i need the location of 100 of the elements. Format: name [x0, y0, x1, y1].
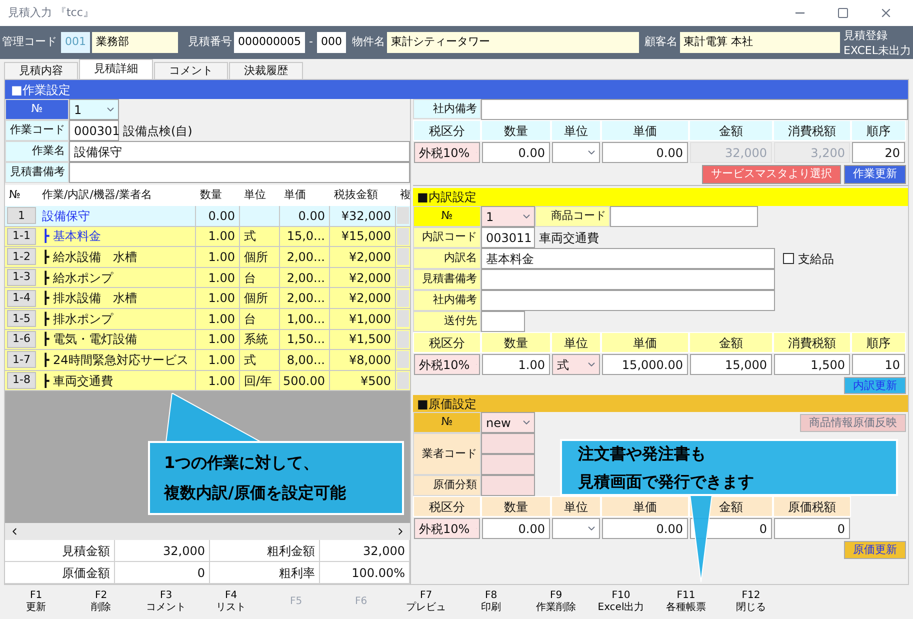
row-handle[interactable]	[397, 290, 409, 307]
input-field[interactable]: 000	[316, 32, 346, 53]
column-header: 順序	[851, 120, 906, 141]
column-header: 単位	[243, 187, 267, 204]
row-handle[interactable]	[397, 372, 409, 390]
table-cell: ¥500	[330, 370, 396, 390]
select-field[interactable]: new	[481, 412, 535, 433]
input-field[interactable]	[69, 162, 410, 183]
input-field[interactable]: 0.00	[482, 142, 550, 163]
row-handle[interactable]	[397, 351, 409, 368]
tab[interactable]: 決裁履歴	[229, 62, 303, 79]
table-row[interactable]: 1-1 ┣ 基本料金 1.00 式 15,0... ¥15,000	[5, 226, 410, 248]
row-handle[interactable]	[397, 207, 409, 224]
table-row[interactable]: 1-2 ┣ 給水設備 水槽 1.00 個所 2,00... ¥2,000	[5, 247, 410, 268]
input-field[interactable]: 0	[774, 518, 850, 539]
column-header: 数量	[481, 120, 551, 141]
select-field[interactable]: 式	[552, 354, 600, 375]
table-cell: ¥32,000	[330, 206, 396, 226]
separator-text: -	[308, 34, 314, 50]
input-field[interactable]: 基本料金	[481, 248, 775, 269]
function-key-button[interactable]: F10 Excel出力	[589, 590, 653, 614]
tab[interactable]: 見積内容	[4, 62, 78, 79]
select-field[interactable]: 外税10%	[414, 142, 480, 163]
input-field[interactable]: 15,000.00	[602, 354, 688, 375]
table-row[interactable]: 1-4 ┣ 排水設備 水槽 1.00 個所 2,00... ¥2,000	[5, 288, 410, 309]
input-field[interactable]: 003011	[481, 227, 535, 248]
action-button[interactable]: 作業更新	[844, 165, 906, 184]
input-field[interactable]	[610, 206, 758, 227]
select-field[interactable]: 外税10%	[414, 354, 480, 375]
update-button[interactable]: 原価更新	[844, 541, 906, 559]
table-cell: 2,00...	[280, 268, 330, 288]
table-cell: ┣ 排水設備 水槽	[38, 288, 196, 308]
checkbox[interactable]	[783, 253, 794, 264]
input-field[interactable]: 0.00	[482, 518, 550, 539]
row-number-button[interactable]: 1-2	[7, 248, 36, 266]
function-key-button[interactable]: F1 更新	[4, 590, 68, 614]
input-field[interactable]	[481, 454, 535, 475]
section-header: ■内訳設定	[413, 188, 908, 206]
input-field[interactable]: 1.00	[482, 354, 550, 375]
row-number-button[interactable]: 1-7	[7, 351, 36, 368]
close-icon[interactable]	[879, 6, 893, 20]
table-cell: 1.00	[196, 226, 240, 246]
function-key-button[interactable]: F7 プレビュ	[394, 590, 458, 614]
table-row[interactable]: 1-3 ┣ 給水ポンプ 1.00 台 2,00... ¥2,000	[5, 268, 410, 288]
row-number-button[interactable]: 1-6	[7, 330, 36, 348]
table-row[interactable]: 1-7 ┣ 24時間緊急対応サービス 1.00 式 8,00... ¥8,000	[5, 350, 410, 371]
supplied-checkbox[interactable]: 支給品	[775, 248, 834, 269]
select-field[interactable]	[552, 142, 600, 163]
select-field[interactable]: 1	[69, 99, 119, 120]
table-cell: ¥1,000	[330, 308, 396, 329]
input-field[interactable]: 東計電算 本社	[680, 32, 840, 53]
input-field[interactable]	[481, 290, 775, 311]
function-key-button[interactable]: F12 閉じる	[719, 590, 783, 614]
select-field[interactable]: 外税10%	[414, 518, 480, 539]
row-handle[interactable]	[397, 310, 409, 328]
input-field[interactable]: 20	[852, 142, 905, 163]
input-field[interactable]: 000000005	[234, 32, 305, 53]
tab[interactable]: 見積詳細	[79, 59, 153, 79]
table-row[interactable]: 1-6 ┣ 電気・電灯設備 1.00 系統 1,50... ¥1,500	[5, 330, 410, 350]
row-number-button[interactable]: 1-4	[7, 290, 36, 307]
input-field[interactable]: 1,500	[774, 354, 850, 375]
row-handle[interactable]	[397, 248, 409, 266]
function-key-button[interactable]: F4 リスト	[199, 590, 263, 614]
tab[interactable]: コメント	[154, 62, 228, 79]
function-key-button[interactable]: F2 削除	[69, 590, 133, 614]
input-field[interactable]: 東計シティータワー	[386, 32, 639, 53]
input-field[interactable]: 10	[852, 354, 905, 375]
row-number-button[interactable]: 1-5	[7, 310, 36, 328]
row-number-button[interactable]: 1-3	[7, 269, 36, 286]
function-key-button[interactable]: F11 各種帳票	[654, 590, 718, 614]
row-number-button[interactable]: 1	[7, 207, 36, 224]
input-field[interactable]	[481, 311, 525, 332]
row-number-button[interactable]: 1-1	[7, 228, 36, 245]
table-row[interactable]: 1-8 ┣ 車両交通費 1.00 回/年 500.00 ¥500	[5, 370, 410, 392]
input-field[interactable]	[481, 475, 535, 496]
input-field[interactable]: 業務部	[92, 32, 178, 53]
maximize-icon[interactable]	[837, 7, 849, 19]
function-key-button[interactable]: F3 コメント	[134, 590, 198, 614]
input-field[interactable]: 0.00	[602, 518, 688, 539]
input-field[interactable]	[481, 99, 908, 120]
row-number-button[interactable]: 1-8	[7, 372, 36, 390]
row-handle[interactable]	[397, 330, 409, 348]
callout-text: 1つの作業に対して、	[164, 452, 320, 474]
input-field[interactable]	[481, 433, 535, 454]
function-key-button[interactable]: F9 作業削除	[524, 590, 588, 614]
row-handle[interactable]	[397, 269, 409, 286]
select-field[interactable]: 1	[481, 206, 535, 227]
input-field[interactable]: 0.00	[602, 142, 688, 163]
table-row[interactable]: 1 設備保守 0.00 0.00 ¥32,000	[5, 206, 410, 227]
input-field[interactable]: 15,000	[690, 354, 772, 375]
horizontal-scrollbar[interactable]	[5, 523, 410, 540]
select-field[interactable]	[552, 518, 600, 539]
input-field[interactable]	[481, 269, 775, 290]
row-handle[interactable]	[397, 228, 409, 245]
input-field[interactable]: 設備保守	[69, 141, 410, 162]
table-cell: ┣ 排水ポンプ	[38, 308, 196, 329]
input-field[interactable]: 000301	[69, 120, 119, 141]
function-key-button[interactable]: F8 印刷	[459, 590, 523, 614]
table-row[interactable]: 1-5 ┣ 排水ポンプ 1.00 台 1,00... ¥1,000	[5, 308, 410, 330]
column-header: 単位	[551, 332, 601, 353]
